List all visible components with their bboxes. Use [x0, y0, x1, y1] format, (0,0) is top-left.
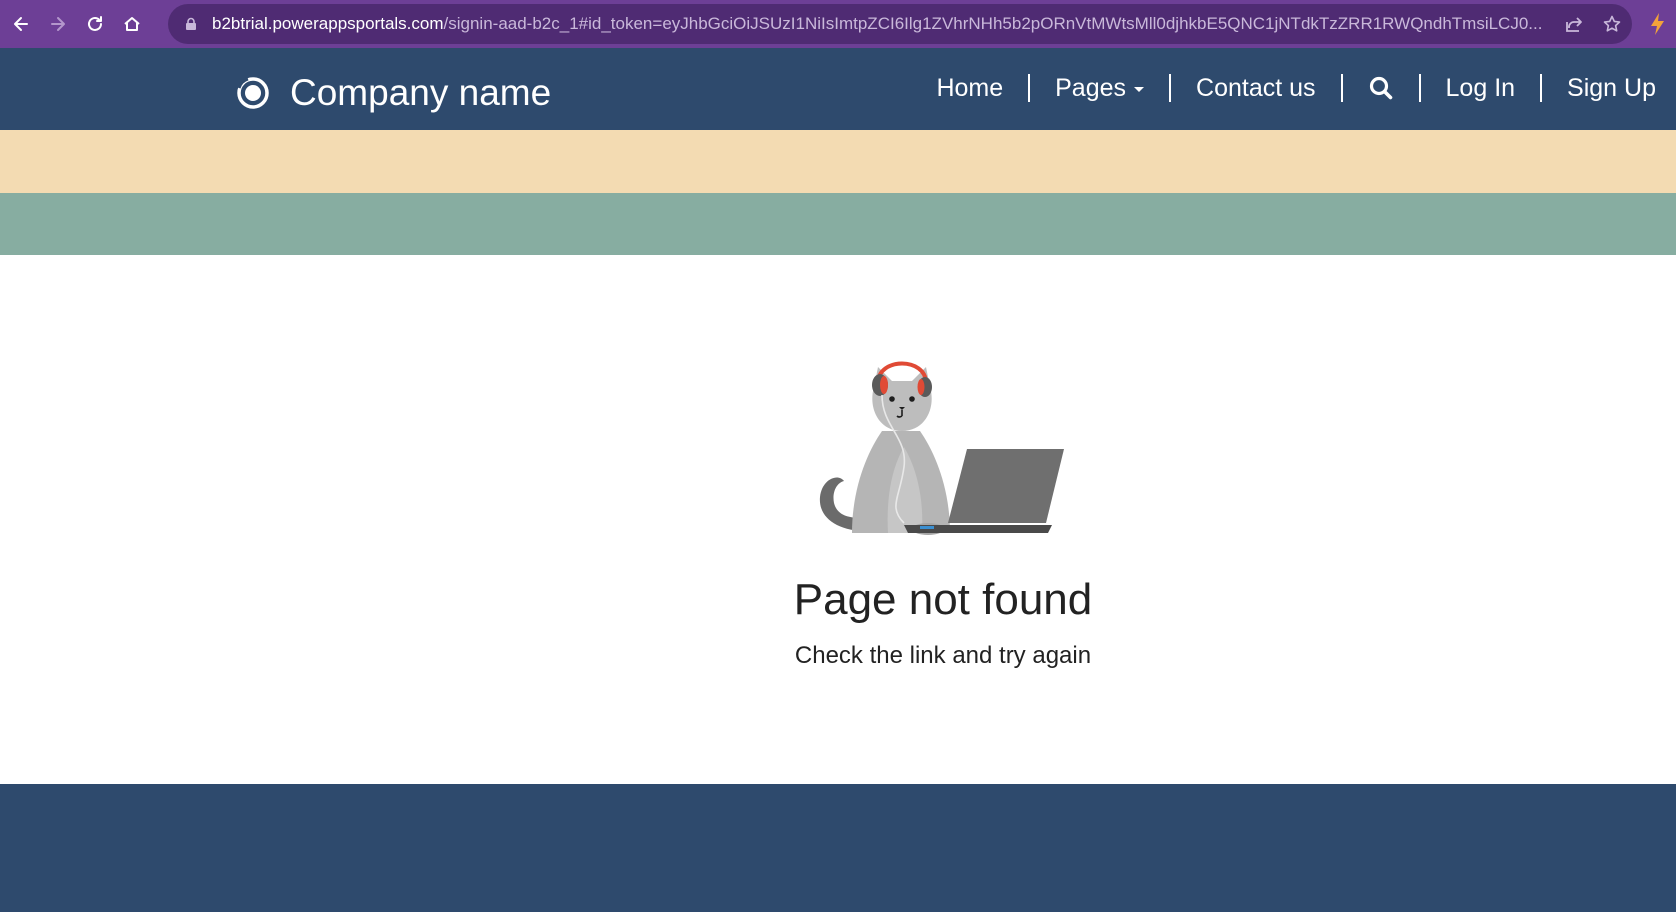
circle-logo-icon — [237, 77, 269, 109]
page-title: Page not found — [793, 575, 1093, 624]
url-host: b2btrial.powerappsportals.com — [212, 14, 444, 33]
reload-icon — [88, 16, 102, 31]
site-footer — [0, 784, 1676, 912]
url-path: /signin-aad-b2c_1#id_token=eyJhbGciOiJSU… — [443, 14, 1542, 33]
decorative-band-sage — [0, 193, 1676, 255]
back-button[interactable] — [6, 9, 36, 39]
arrow-left-icon — [14, 17, 28, 31]
main-nav: Home Pages Contact us Log In Sign Up — [911, 66, 1656, 110]
site-header: Company name Home Pages Contact us Log I… — [0, 48, 1676, 130]
brand-name: Company name — [290, 72, 552, 113]
brand-link[interactable]: Company name — [236, 72, 551, 114]
caret-down-icon — [1134, 87, 1145, 92]
address-bar[interactable]: b2btrial.powerappsportals.com/signin-aad… — [168, 4, 1632, 44]
reload-button[interactable] — [80, 9, 110, 39]
browser-toolbar: b2btrial.powerappsportals.com/signin-aad… — [0, 0, 1676, 48]
nav-contact[interactable]: Contact us — [1171, 73, 1341, 103]
decorative-band-sand — [0, 130, 1676, 193]
nav-pages-dropdown[interactable]: Pages — [1030, 73, 1169, 103]
home-icon — [124, 17, 140, 31]
main-content: Page not found Check the link and try ag… — [0, 255, 1676, 784]
nav-signup[interactable]: Sign Up — [1542, 73, 1656, 103]
star-icon[interactable] — [1602, 14, 1622, 34]
cat-with-headphones-illustration — [819, 361, 1064, 535]
search-icon — [1369, 76, 1392, 100]
home-button[interactable] — [117, 9, 147, 39]
share-icon[interactable] — [1564, 14, 1584, 34]
nav-login[interactable]: Log In — [1421, 73, 1541, 103]
nav-home[interactable]: Home — [911, 73, 1028, 103]
url-text[interactable]: b2btrial.powerappsportals.com/signin-aad… — [212, 14, 1542, 34]
lightning-icon[interactable] — [1648, 12, 1666, 36]
search-button[interactable] — [1343, 73, 1419, 103]
nav-pages-label: Pages — [1055, 73, 1127, 102]
lock-icon[interactable] — [184, 17, 198, 31]
arrow-right-icon — [51, 17, 65, 31]
page-subtitle: Check the link and try again — [794, 642, 1092, 669]
forward-button[interactable] — [43, 9, 73, 39]
